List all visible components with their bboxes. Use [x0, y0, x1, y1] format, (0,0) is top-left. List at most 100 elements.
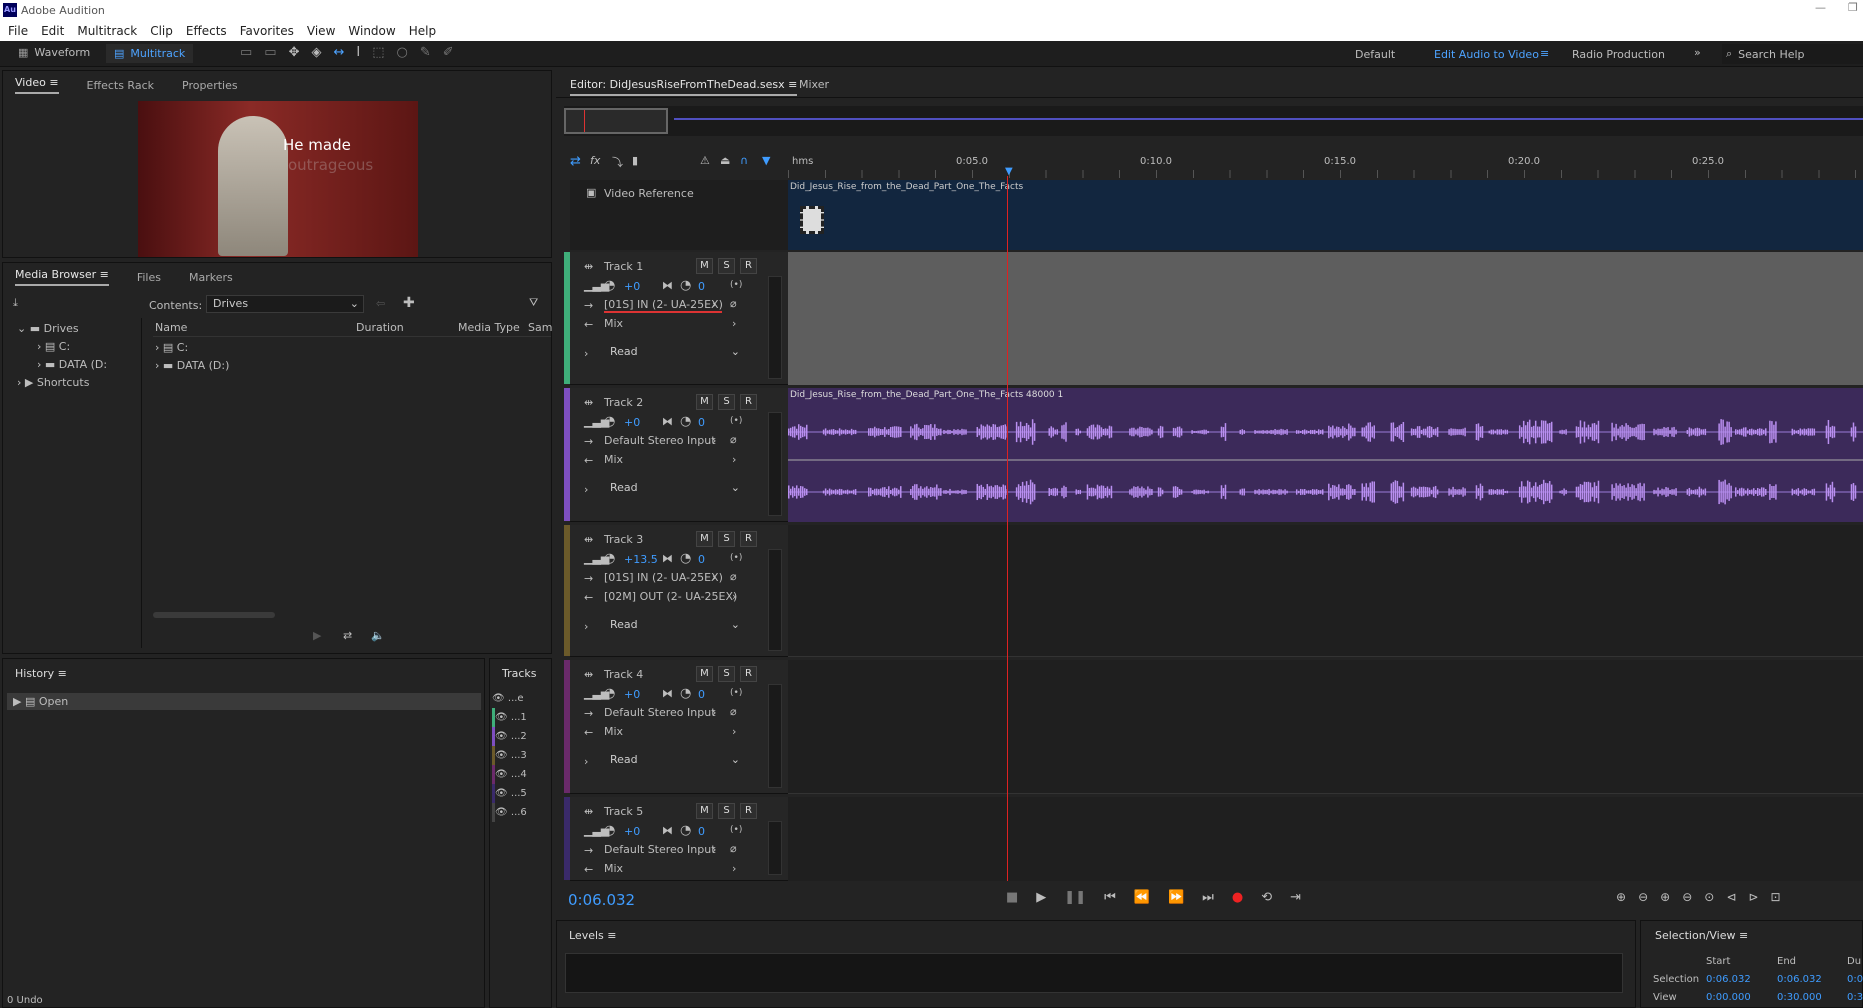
- pan-knob-icon[interactable]: ◔: [680, 551, 691, 566]
- track-grip-icon[interactable]: ⇹: [584, 533, 593, 546]
- track-grip-icon[interactable]: ⇹: [584, 668, 593, 681]
- tab-markers[interactable]: Markers: [189, 271, 233, 284]
- minimize-icon[interactable]: —: [1815, 1, 1826, 14]
- volume-value[interactable]: +0: [624, 825, 640, 838]
- zoom-in-point-icon[interactable]: ⊲: [1726, 890, 1736, 904]
- menu-favorites[interactable]: Favorites: [240, 24, 294, 38]
- solo-button[interactable]: S: [718, 531, 735, 547]
- input-selector[interactable]: Default Stereo Input: [604, 433, 722, 449]
- marker-icon[interactable]: ▼: [762, 154, 770, 167]
- slip-tool-icon[interactable]: ↔: [334, 45, 345, 60]
- tree-item-c[interactable]: › ▤ C:: [37, 340, 70, 353]
- view-start[interactable]: 0:00.000: [1706, 992, 1751, 1003]
- zoom-out-point-icon[interactable]: ⊳: [1748, 890, 1758, 904]
- output-selector[interactable]: Mix: [604, 861, 740, 877]
- sends-icon[interactable]: ⤵: [612, 154, 623, 170]
- skip-selection-icon[interactable]: ⇥: [1290, 890, 1301, 905]
- tab-history[interactable]: History ≡: [15, 667, 67, 680]
- fx-icon[interactable]: fx: [590, 154, 600, 167]
- pan-knob-icon[interactable]: ◔: [680, 686, 691, 701]
- video-clip[interactable]: Did_Jesus_Rise_from_the_Dead_Part_One_Th…: [788, 180, 1863, 250]
- go-to-start-icon[interactable]: ⏮: [1104, 890, 1116, 905]
- menu-window[interactable]: Window: [348, 24, 395, 38]
- output-selector[interactable]: Mix: [604, 452, 740, 468]
- pitch-icon[interactable]: ▭: [264, 45, 276, 60]
- multitrack-button[interactable]: ▤ Multitrack: [106, 44, 194, 63]
- zoom-navigator[interactable]: [564, 106, 1863, 136]
- restore-icon[interactable]: ❐: [1848, 1, 1858, 14]
- track-name[interactable]: Track 1: [604, 260, 643, 273]
- tracks-list-row[interactable]: 👁 ...5: [492, 784, 527, 803]
- stereo-icon[interactable]: (•): [730, 688, 742, 698]
- stereo-icon[interactable]: (•): [730, 553, 742, 563]
- workspace-edit-audio-to-video[interactable]: Edit Audio to Video: [1434, 48, 1539, 61]
- view-end[interactable]: 0:30.000: [1777, 992, 1822, 1003]
- track-4-lane[interactable]: [788, 660, 1863, 794]
- record-arm-button[interactable]: R: [740, 803, 757, 819]
- col-media-type[interactable]: Media Type: [458, 321, 520, 334]
- filter-icon[interactable]: ⛛: [529, 296, 538, 310]
- zoom-out-amplitude-icon[interactable]: ⊖: [1638, 890, 1648, 904]
- tracks-list-row[interactable]: 👁 ...4: [492, 765, 527, 784]
- record-arm-button[interactable]: R: [740, 394, 757, 410]
- workspace-default[interactable]: Default: [1355, 48, 1395, 61]
- pan-value[interactable]: 0: [698, 280, 705, 293]
- workspace-menu-icon[interactable]: ≡: [1540, 47, 1549, 60]
- time-selection-icon[interactable]: I: [356, 45, 360, 60]
- output-selector[interactable]: [02M] OUT (2- UA-25EX) 2: [604, 589, 740, 605]
- tracks-list-row[interactable]: 👁 ...1: [492, 708, 527, 727]
- loop-preview-icon[interactable]: ⇄: [343, 629, 352, 642]
- pan-value[interactable]: 0: [698, 416, 705, 429]
- pan-knob-icon[interactable]: ◔: [680, 278, 691, 293]
- selection-start[interactable]: 0:06.032: [1706, 974, 1751, 985]
- volume-value[interactable]: +0: [624, 688, 640, 701]
- go-to-end-icon[interactable]: ⏭: [1202, 890, 1214, 905]
- track-3-lane[interactable]: [788, 525, 1863, 657]
- eq-icon[interactable]: ▮: [632, 154, 638, 167]
- pan-value[interactable]: 0: [698, 825, 705, 838]
- automation-mode-dropdown[interactable]: Read ⌄: [604, 617, 740, 635]
- expand-automation-icon[interactable]: ›: [584, 483, 588, 496]
- waveform-button[interactable]: ▦ Waveform: [18, 46, 90, 59]
- menu-effects[interactable]: Effects: [186, 24, 227, 38]
- phase-invert-icon[interactable]: ⌀: [730, 297, 737, 310]
- track-grip-icon[interactable]: ⇹: [584, 396, 593, 409]
- col-sample[interactable]: Sam: [528, 321, 552, 334]
- expand-automation-icon[interactable]: ›: [584, 620, 588, 633]
- play-preview-icon[interactable]: ▶: [313, 629, 321, 642]
- output-selector[interactable]: Mix: [604, 724, 740, 740]
- navigator-view-box[interactable]: [564, 108, 668, 134]
- razor-tool-icon[interactable]: ◈: [312, 45, 322, 60]
- tree-item-drives[interactable]: ⌄ ▬ Drives: [17, 322, 79, 335]
- selection-duration[interactable]: 0:0: [1847, 974, 1863, 985]
- stereo-icon[interactable]: (•): [730, 825, 742, 835]
- tab-video[interactable]: Video ≡: [15, 76, 59, 94]
- record-arm-button[interactable]: R: [740, 258, 757, 274]
- loop-toggle-icon[interactable]: ⇄: [570, 154, 581, 169]
- phase-invert-icon[interactable]: ⌀: [730, 433, 737, 446]
- mute-button[interactable]: M: [696, 531, 713, 547]
- tracks-list-row[interactable]: 👁 ...e: [492, 689, 527, 708]
- expand-automation-icon[interactable]: ›: [584, 755, 588, 768]
- track-grip-icon[interactable]: ⇹: [584, 260, 593, 273]
- automation-mode-dropdown[interactable]: Read ⌄: [604, 480, 740, 498]
- healing-icon[interactable]: ✐: [443, 45, 454, 60]
- volume-knob-icon[interactable]: ◔: [604, 414, 615, 429]
- menu-clip[interactable]: Clip: [150, 24, 173, 38]
- input-selector[interactable]: Default Stereo Input: [604, 705, 722, 721]
- add-shortcut-icon[interactable]: ✚: [403, 295, 415, 311]
- move-tool-icon[interactable]: ✥: [289, 45, 300, 60]
- volume-value[interactable]: +0: [624, 416, 640, 429]
- history-item-open[interactable]: ▶ ▤ Open: [7, 693, 481, 710]
- tab-effects-rack[interactable]: Effects Rack: [87, 79, 154, 92]
- menu-view[interactable]: View: [307, 24, 335, 38]
- track-2-lane[interactable]: Did_Jesus_Rise_from_the_Dead_Part_One_Th…: [788, 388, 1863, 522]
- input-selector[interactable]: [01S] IN (2- UA-25EX) 1: [604, 297, 722, 313]
- more-workspaces-icon[interactable]: »: [1694, 46, 1701, 59]
- automation-mode-dropdown[interactable]: Read ⌄: [604, 344, 740, 362]
- tab-files[interactable]: Files: [137, 271, 161, 284]
- tree-item-shortcuts[interactable]: › ▶ Shortcuts: [17, 376, 89, 389]
- workspace-radio-production[interactable]: Radio Production: [1572, 48, 1665, 61]
- mute-button[interactable]: M: [696, 803, 713, 819]
- track-name[interactable]: Track 2: [604, 396, 643, 409]
